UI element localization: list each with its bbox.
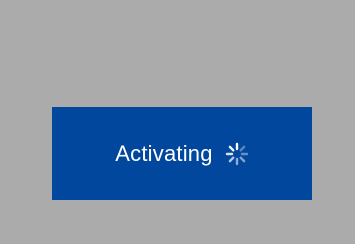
activating-label: Activating bbox=[115, 140, 213, 166]
activating-button[interactable]: Activating bbox=[52, 107, 312, 200]
activation-panel: Activating bbox=[0, 0, 355, 244]
loading-spinner-icon bbox=[225, 142, 249, 166]
